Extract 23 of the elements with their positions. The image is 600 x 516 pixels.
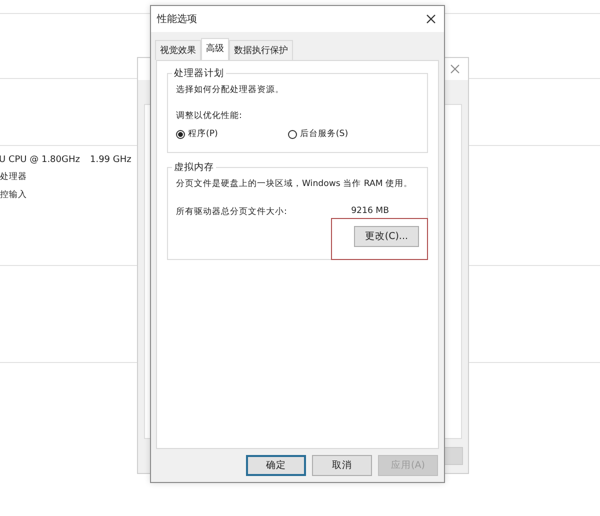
info-text: 控输入 (0, 189, 27, 201)
tab[interactable]: 视觉效果 (155, 40, 201, 60)
change-button[interactable]: 更改(C)... (354, 226, 419, 247)
description-text: 分页文件是硬盘上的一块区域，Windows 当作 RAM 使用。 (176, 178, 414, 190)
dialog-button[interactable]: 确定 (246, 455, 306, 476)
size-label: 所有驱动器总分页文件大小: (176, 206, 287, 218)
description-text: 选择如何分配处理器资源。 (176, 84, 285, 96)
info-text: 处理器 (0, 171, 27, 183)
group-title: 虚拟内存 (173, 161, 215, 174)
window-title: 性能选项 (157, 12, 197, 26)
tab[interactable]: 高级 (201, 38, 229, 60)
radio-icon[interactable] (288, 130, 297, 138)
tab[interactable]: 数据执行保护 (229, 40, 293, 60)
close-icon[interactable] (426, 14, 436, 24)
radio-icon[interactable] (176, 130, 185, 138)
processor-text: U CPU @ 1.80GHz (0, 155, 80, 165)
radio-option[interactable]: 后台服务(S) (288, 128, 348, 140)
dialog-button[interactable]: 取消 (312, 455, 372, 476)
speed-text: 1.99 GHz (90, 155, 132, 165)
group-title: 处理器计划 (173, 67, 225, 80)
size-value: 9216 MB (351, 206, 389, 218)
prompt-text: 调整以优化性能: (176, 110, 243, 122)
radio-option[interactable]: 程序(P) (176, 128, 218, 140)
